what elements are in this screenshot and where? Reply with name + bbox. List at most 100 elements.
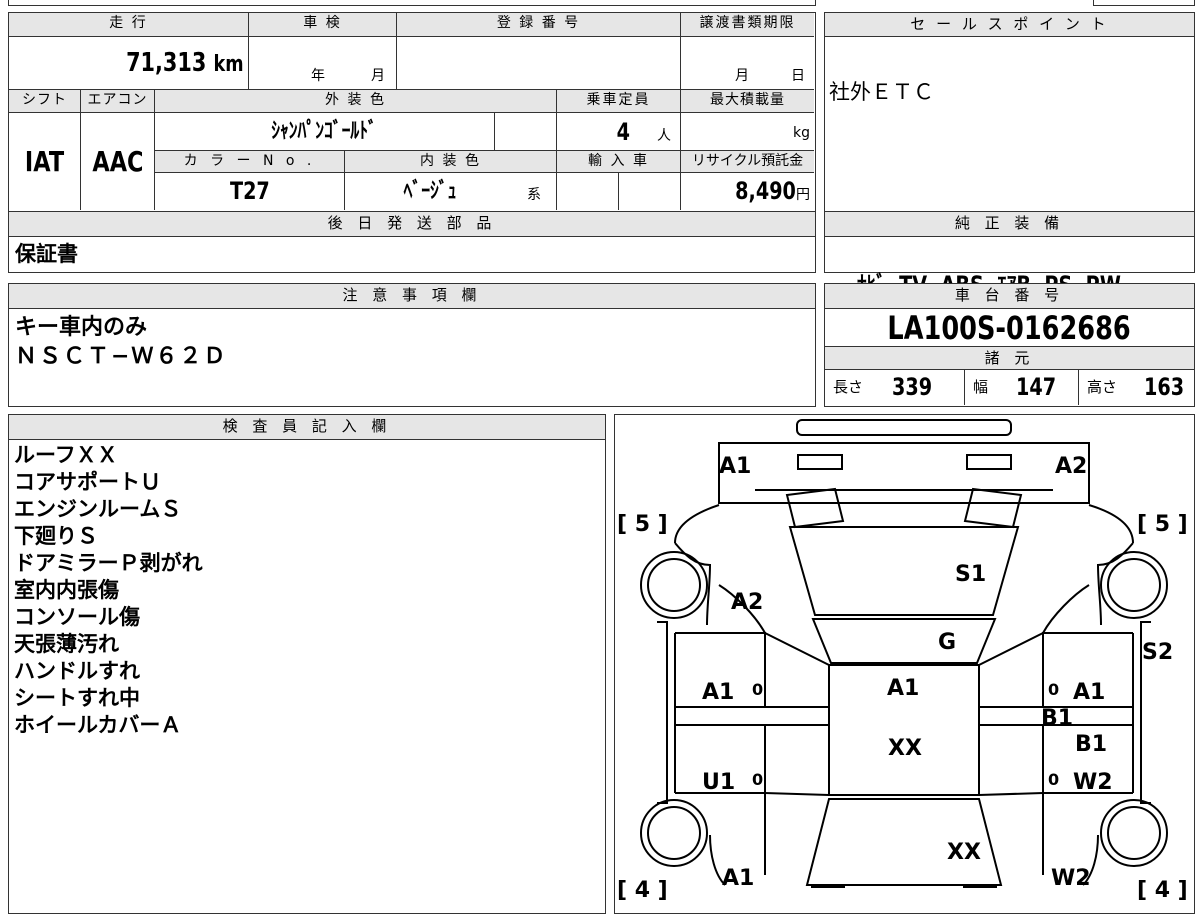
inspector-line: 室内内張傷 xyxy=(14,578,119,602)
sales-point-value: 社外ＥＴＣ xyxy=(829,80,934,104)
tire-rear-right-label: [ 4 ] xyxy=(1137,878,1188,901)
interior-label: 内 装 色 xyxy=(345,151,557,173)
inspector-list: ルーフＸＸ コアサポートＵ エンジンルームＳ 下廻りＳ ドアミラーＰ剥がれ 室内… xyxy=(14,442,203,739)
spec-width-value: 147 xyxy=(1016,373,1057,401)
spec-width: 幅 147 xyxy=(965,370,1079,405)
mark-rear-right: W2 xyxy=(1051,866,1091,891)
sales-point-label: セ ー ル ス ポ イ ン ト xyxy=(825,13,1194,37)
spec-length-value: 339 xyxy=(892,373,933,401)
inspector-line: 天張薄汚れ xyxy=(14,632,119,656)
capacity-unit: 人 xyxy=(657,128,671,144)
recycle-value: 8,490円 xyxy=(681,173,814,210)
small-mark: 0 xyxy=(752,680,763,699)
transfer-day: 日 xyxy=(791,68,805,84)
chassis-label: 車 台 番 号 xyxy=(825,284,1194,309)
top-strip xyxy=(8,0,816,6)
capacity-label: 乗車定員 xyxy=(557,89,681,113)
inspection-month: 月 xyxy=(371,68,385,84)
notes-line-2: ＮＳＣＴ−Ｗ６２Ｄ xyxy=(15,344,228,369)
equipment-section: 純 正 装 備 ﾅﾋﾞ TV ABS ｴｱB PS PW xyxy=(824,211,1195,299)
spec-height-label: 高さ xyxy=(1087,378,1118,396)
notes-section: 注 意 事 項 欄 キー車内のみ ＮＳＣＴ−Ｗ６２Ｄ xyxy=(8,283,816,407)
interior-suffix: 系 xyxy=(527,187,541,203)
aircon-value: AAC xyxy=(81,113,155,210)
mark-door-fr: A1 xyxy=(1073,680,1105,705)
inspection-value: 年 月 xyxy=(249,37,397,89)
chassis-section: 車 台 番 号 LA100S-0162686 諸 元 長さ 339 幅 147 … xyxy=(824,283,1195,407)
transfer-label: 譲渡書類期限 xyxy=(681,13,814,37)
inspector-section: 検 査 員 記 入 欄 ルーフＸＸ コアサポートＵ エンジンルームＳ 下廻りＳ … xyxy=(8,414,606,914)
aircon-text: AAC xyxy=(91,145,144,178)
small-mark: 0 xyxy=(752,770,763,789)
spec-height-value: 163 xyxy=(1144,373,1185,401)
mark-rear-glass: XX xyxy=(947,840,981,865)
mark-front-left: A1 xyxy=(719,454,751,479)
mark-door-rr-lower: W2 xyxy=(1073,770,1113,795)
chassis-value: LA100S-0162686 xyxy=(825,309,1194,347)
color-no-label: カ ラ ー N o . xyxy=(155,151,345,173)
later-parts-section: 後 日 発 送 部 品 保証書 xyxy=(8,211,816,273)
small-mark: 0 xyxy=(1048,680,1059,699)
spec-height: 高さ 163 xyxy=(1079,370,1193,405)
mark-door-fl: A1 xyxy=(702,680,734,705)
mark-hood: S1 xyxy=(955,562,986,587)
aircon-label: エアコン xyxy=(81,89,155,113)
shift-text: IAT xyxy=(24,145,65,178)
inspector-label: 検 査 員 記 入 欄 xyxy=(9,415,605,440)
inspector-line: コンソール傷 xyxy=(14,605,140,629)
spec-length-label: 長さ xyxy=(833,378,864,396)
car-outline-diagram: [ 5 ] [ 5 ] [ 4 ] [ 4 ] A1 A2 A2 S1 G S2… xyxy=(617,419,1188,901)
equipment-label: 純 正 装 備 xyxy=(825,212,1194,237)
sales-point-section: セ ー ル ス ポ イ ン ト 社外ＥＴＣ xyxy=(824,12,1195,212)
mileage-label: 走 行 xyxy=(9,13,249,37)
recycle-label: リサイクル預託金 xyxy=(681,151,814,173)
mark-door-rr: B1 xyxy=(1075,732,1107,757)
interior-value: ﾍﾞｰｼﾞｭ 系 xyxy=(345,173,557,210)
later-parts-label: 後 日 発 送 部 品 xyxy=(9,212,815,237)
damage-diagram: [ 5 ] [ 5 ] [ 4 ] [ 4 ] A1 A2 A2 S1 G S2… xyxy=(614,414,1195,914)
mark-fender-left: A2 xyxy=(731,590,763,615)
inspector-line: 下廻りＳ xyxy=(14,524,98,548)
color-no-text: T27 xyxy=(229,177,270,205)
load-unit: kg xyxy=(793,125,810,141)
exterior-value: ｼｬﾝﾊﾟﾝｺﾞｰﾙﾄﾞ xyxy=(155,113,495,151)
inspection-label: 車 検 xyxy=(249,13,397,37)
spec-length: 長さ 339 xyxy=(825,370,965,405)
mark-rear-fender-right: S2 xyxy=(1142,640,1173,665)
mark-rear-left: A1 xyxy=(722,866,754,891)
recycle-unit: 円 xyxy=(796,187,810,203)
mileage-number: 71,313 xyxy=(126,48,207,78)
small-mark: 0 xyxy=(1048,770,1059,789)
tire-rear-left-label: [ 4 ] xyxy=(617,878,668,901)
inspector-line: ルーフＸＸ xyxy=(14,443,118,467)
mark-front-right: A2 xyxy=(1055,454,1087,479)
transfer-month: 月 xyxy=(735,68,749,84)
notes-label: 注 意 事 項 欄 xyxy=(9,284,815,309)
capacity-number: 4 xyxy=(616,118,631,146)
load-label: 最大積載量 xyxy=(681,89,814,113)
shift-label: シフト xyxy=(9,89,81,113)
inspector-line: エンジンルームＳ xyxy=(14,497,182,521)
import-value-a xyxy=(557,173,619,210)
import-value-b xyxy=(619,173,681,210)
load-value: kg xyxy=(681,113,814,151)
exterior-extra xyxy=(495,113,557,151)
color-no-value: T27 xyxy=(155,173,345,210)
inspector-line: ハンドルすれ xyxy=(14,659,140,683)
chassis-text: LA100S-0162686 xyxy=(887,309,1132,347)
capacity-value: 4 人 xyxy=(557,113,681,151)
exterior-label: 外 装 色 xyxy=(155,89,557,113)
mark-door-rl: U1 xyxy=(702,770,735,795)
mileage-unit: km xyxy=(213,52,244,77)
import-label: 輸 入 車 xyxy=(557,151,681,173)
mark-roof-front: A1 xyxy=(887,676,919,701)
inspector-line: シートすれ中 xyxy=(14,686,140,710)
shift-value: IAT xyxy=(9,113,81,210)
inspector-line: ホイールカバーＡ xyxy=(14,713,182,737)
tire-front-right-label: [ 5 ] xyxy=(1137,512,1188,537)
inspector-line: コアサポートＵ xyxy=(14,470,161,494)
mileage-value: 71,313 km xyxy=(9,37,249,89)
vehicle-info-table: 走 行 車 検 登 録 番 号 譲渡書類期限 71,313 km 年 月 月 日 … xyxy=(8,12,816,212)
tire-front-left-label: [ 5 ] xyxy=(617,512,668,537)
recycle-number: 8,490 xyxy=(735,177,796,205)
